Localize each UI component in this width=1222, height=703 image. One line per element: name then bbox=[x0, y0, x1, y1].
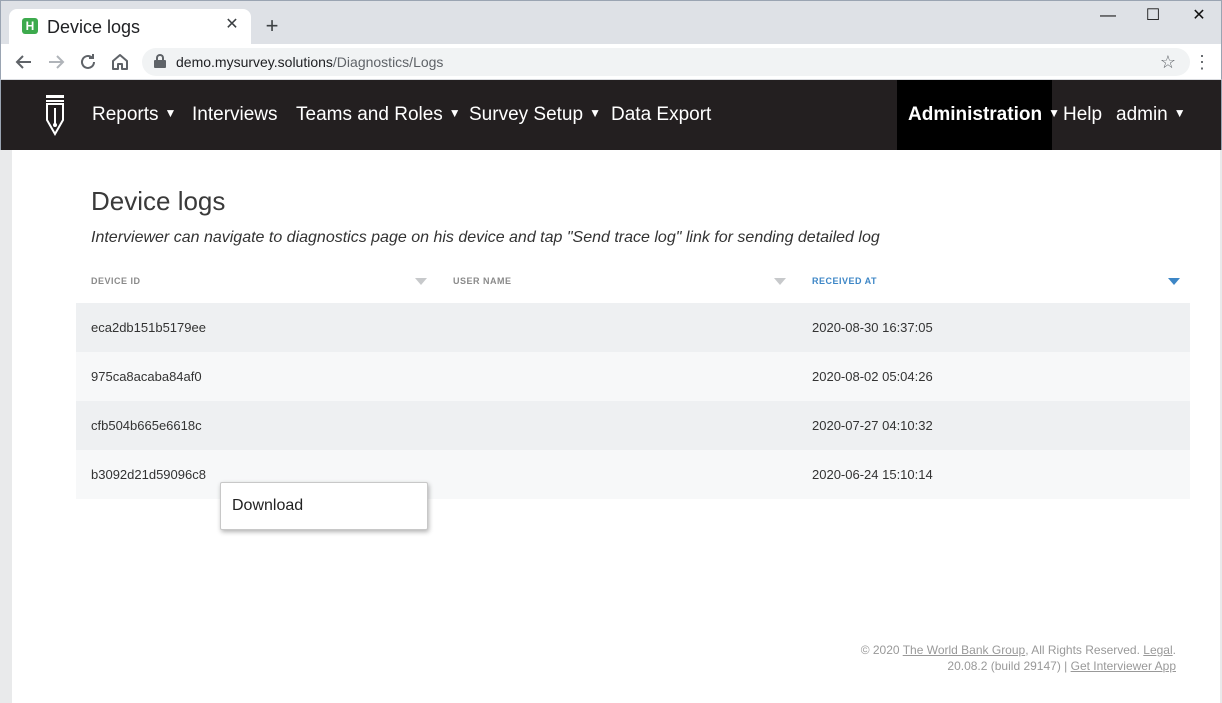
table-row[interactable]: 975ca8acaba84af0 2020-08-02 05:04:26 bbox=[76, 352, 1190, 401]
page-title: Device logs bbox=[91, 186, 226, 216]
nav-data-export[interactable]: Data Export bbox=[611, 104, 711, 126]
received-at-cell: 2020-06-24 15:10:14 bbox=[812, 467, 933, 482]
new-tab-button[interactable]: + bbox=[261, 15, 283, 37]
survey-solutions-logo-icon[interactable] bbox=[43, 94, 67, 137]
download-menu-item[interactable]: Download bbox=[232, 497, 303, 515]
column-header-device-id[interactable]: DEVICE ID bbox=[91, 276, 141, 286]
nav-survey-setup[interactable]: Survey Setup ▼ bbox=[469, 104, 601, 126]
sort-icon[interactable] bbox=[774, 278, 786, 285]
minimize-icon[interactable]: — bbox=[1085, 5, 1131, 27]
tab-title: Device logs bbox=[47, 17, 141, 37]
world-bank-link[interactable]: The World Bank Group bbox=[903, 643, 1026, 657]
chevron-down-icon: ▼ bbox=[164, 106, 177, 120]
column-header-received-at[interactable]: RECEIVED AT bbox=[812, 276, 877, 286]
received-at-cell: 2020-08-02 05:04:26 bbox=[812, 369, 933, 384]
sort-icon[interactable] bbox=[415, 278, 427, 285]
home-icon[interactable] bbox=[108, 50, 132, 74]
forward-arrow-icon[interactable] bbox=[44, 50, 68, 74]
table-row[interactable]: eca2db151b5179ee 2020-08-30 16:37:05 bbox=[76, 303, 1190, 352]
address-bar[interactable]: demo.mysurvey.solutions/Diagnostics/Logs… bbox=[142, 48, 1190, 76]
chevron-down-icon: ▼ bbox=[589, 106, 601, 120]
lock-icon bbox=[154, 54, 166, 68]
get-interviewer-app-link[interactable]: Get Interviewer App bbox=[1071, 659, 1176, 673]
sort-desc-icon[interactable] bbox=[1168, 278, 1180, 285]
chevron-down-icon: ▼ bbox=[1173, 106, 1186, 120]
chevron-down-icon: ▼ bbox=[448, 106, 461, 120]
browser-toolbar: demo.mysurvey.solutions/Diagnostics/Logs… bbox=[0, 44, 1222, 80]
footer-copyright: © 2020 The World Bank Group, All Rights … bbox=[860, 643, 1176, 657]
footer-version: 20.08.2 (build 29147) | Get Interviewer … bbox=[947, 659, 1176, 673]
maximize-icon[interactable]: ☐ bbox=[1130, 5, 1176, 27]
column-header-user-name[interactable]: USER NAME bbox=[453, 276, 512, 286]
url-text: demo.mysurvey.solutions/Diagnostics/Logs bbox=[176, 54, 444, 70]
page-description: Interviewer can navigate to diagnostics … bbox=[91, 229, 880, 246]
reload-icon[interactable] bbox=[76, 50, 100, 74]
tab-close-icon[interactable]: ✕ bbox=[223, 16, 241, 34]
chevron-down-icon: ▼ bbox=[1048, 106, 1060, 120]
context-menu: Download bbox=[220, 482, 428, 530]
back-arrow-icon[interactable] bbox=[12, 50, 36, 74]
nav-reports[interactable]: Reports ▼ bbox=[92, 104, 176, 126]
nav-help[interactable]: Help bbox=[1063, 104, 1102, 126]
device-id-cell: b3092d21d59096c8 bbox=[91, 467, 206, 482]
device-id-cell: cfb504b665e6618c bbox=[91, 418, 202, 433]
browser-menu-icon[interactable]: ⋮ bbox=[1193, 50, 1211, 74]
nav-administration[interactable]: Administration ▼ bbox=[908, 104, 1060, 126]
legal-link[interactable]: Legal bbox=[1143, 643, 1172, 657]
app-navbar: Reports ▼ Interviews Teams and Roles ▼ Sur… bbox=[0, 80, 1222, 150]
nav-user-menu[interactable]: admin ▼ bbox=[1116, 104, 1186, 126]
nav-interviews[interactable]: Interviews bbox=[192, 104, 278, 126]
device-id-cell: eca2db151b5179ee bbox=[91, 320, 206, 335]
received-at-cell: 2020-08-30 16:37:05 bbox=[812, 320, 933, 335]
browser-tab[interactable]: H Device logs ✕ bbox=[9, 9, 251, 45]
favicon-icon: H bbox=[22, 18, 38, 34]
table-row[interactable]: cfb504b665e6618c 2020-07-27 04:10:32 bbox=[76, 401, 1190, 450]
bookmark-star-icon[interactable]: ☆ bbox=[1160, 52, 1176, 72]
browser-titlebar: H Device logs ✕ + — ☐ ✕ bbox=[0, 0, 1222, 45]
nav-teams-and-roles[interactable]: Teams and Roles ▼ bbox=[296, 104, 461, 126]
device-id-cell: 975ca8acaba84af0 bbox=[91, 369, 202, 384]
window-close-icon[interactable]: ✕ bbox=[1176, 5, 1222, 27]
received-at-cell: 2020-07-27 04:10:32 bbox=[812, 418, 933, 433]
